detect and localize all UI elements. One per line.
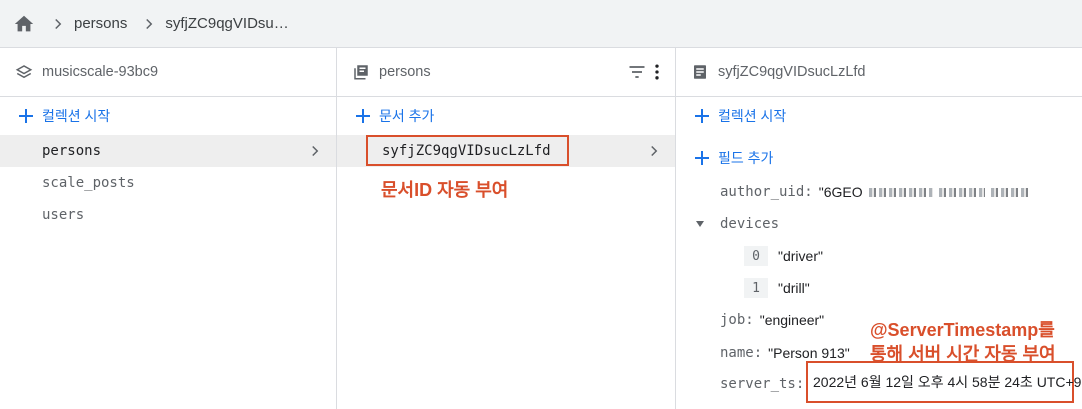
document-column: syfjZC9qgVIDsucLzLfd 컬렉션 시작 필드 추가 author…	[676, 48, 1082, 409]
root-column-header: musicscale-93bc9	[0, 48, 336, 97]
array-value: "driver"	[778, 248, 823, 264]
document-title: syfjZC9qgVIDsucLzLfd	[718, 64, 866, 80]
field-name[interactable]: name: "Person 913"	[720, 345, 850, 361]
field-key: author_uid:	[720, 184, 813, 200]
field-job[interactable]: job: "engineer"	[720, 312, 824, 328]
collection-column-header: persons	[337, 48, 675, 97]
collection-column: persons 문서 추가 syfjZC9qgVIDsucLzLfd 문서ID …	[337, 48, 676, 409]
start-collection-label: 컬렉션 시작	[42, 108, 111, 124]
breadcrumb-item-document[interactable]: syfjZC9qgVIDsu…	[165, 15, 288, 32]
document-id: syfjZC9qgVIDsucLzLfd	[366, 135, 569, 166]
document-item[interactable]: syfjZC9qgVIDsucLzLfd	[337, 135, 675, 167]
array-value: "drill"	[778, 280, 810, 296]
home-icon[interactable]	[12, 12, 36, 36]
add-field-button[interactable]: 필드 추가	[676, 139, 1082, 177]
array-item[interactable]: 0 "driver"	[744, 246, 823, 266]
data-panel: musicscale-93bc9 컬렉션 시작 persons scale_po…	[0, 48, 1082, 409]
array-index: 1	[744, 278, 768, 298]
field-key: name:	[720, 345, 763, 361]
filter-icon[interactable]	[627, 62, 647, 87]
breadcrumb-item-persons[interactable]: persons	[74, 15, 127, 32]
plus-icon	[694, 108, 710, 124]
document-id-annotation: 문서ID 자동 부여	[381, 180, 509, 200]
collection-item-users[interactable]: users	[0, 199, 336, 231]
project-title: musicscale-93bc9	[42, 64, 159, 80]
document-icon	[690, 62, 710, 82]
plus-icon	[18, 108, 34, 124]
redacted-value	[938, 187, 985, 197]
more-vert-icon[interactable]	[653, 62, 661, 87]
plus-icon	[694, 150, 710, 166]
field-server-ts[interactable]: server_ts:	[720, 376, 804, 392]
add-document-label: 문서 추가	[379, 108, 435, 124]
array-item[interactable]: 1 "drill"	[744, 278, 810, 298]
field-value: "6GEO	[818, 184, 863, 200]
collection-title: persons	[379, 64, 431, 80]
start-collection-label: 컬렉션 시작	[718, 108, 787, 124]
document-column-header: syfjZC9qgVIDsucLzLfd	[676, 48, 1082, 97]
redacted-value	[990, 187, 1031, 197]
annotation-line: @ServerTimestamp를	[870, 320, 1055, 340]
firestore-db-icon	[14, 62, 34, 82]
field-value: "engineer"	[759, 312, 825, 328]
collection-label: persons	[42, 143, 102, 159]
root-column: musicscale-93bc9 컬렉션 시작 persons scale_po…	[0, 48, 337, 409]
field-key: server_ts:	[720, 376, 805, 392]
start-collection-button[interactable]: 컬렉션 시작	[676, 97, 1082, 135]
array-index: 0	[744, 246, 768, 266]
chevron-right-icon	[46, 12, 70, 36]
start-collection-button[interactable]: 컬렉션 시작	[0, 97, 336, 135]
collection-label: scale_posts	[42, 175, 135, 191]
server-timestamp-annotation: @ServerTimestamp를 통해 서버 시간 자동 부여	[870, 318, 1056, 366]
add-field-label: 필드 추가	[718, 150, 774, 166]
chevron-right-icon	[137, 12, 161, 36]
chevron-right-icon	[645, 142, 663, 160]
plus-icon	[355, 108, 371, 124]
expand-arrow-icon[interactable]	[694, 218, 710, 230]
field-key: job:	[720, 312, 754, 328]
field-devices[interactable]: devices	[694, 216, 779, 232]
collection-item-scale-posts[interactable]: scale_posts	[0, 167, 336, 199]
field-key: devices	[720, 216, 780, 232]
collection-item-persons[interactable]: persons	[0, 135, 336, 167]
breadcrumb: persons syfjZC9qgVIDsu…	[0, 0, 1082, 48]
add-document-button[interactable]: 문서 추가	[337, 97, 675, 135]
field-author-uid[interactable]: author_uid: "6GEO	[720, 184, 1031, 200]
server-timestamp-value: 2022년 6월 12일 오후 4시 58분 24초 UTC+9	[806, 361, 1081, 403]
collection-icon	[351, 62, 371, 82]
redacted-value	[868, 187, 933, 197]
collection-label: users	[42, 207, 85, 223]
field-value: "Person 913"	[768, 345, 850, 361]
chevron-right-icon	[306, 142, 324, 160]
